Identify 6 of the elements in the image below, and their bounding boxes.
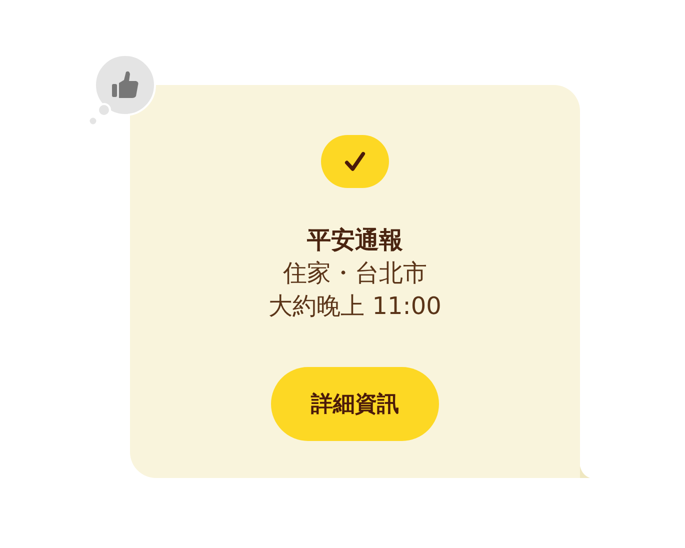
message-title: 平安通報 [307,225,403,256]
bubble-tail [580,466,590,478]
message-text: 住家・台北市 [283,258,427,289]
details-button[interactable]: 詳細資訊 [271,367,439,441]
message-text: 大約晚上 11:00 [268,291,442,322]
check-badge-icon [321,135,389,188]
